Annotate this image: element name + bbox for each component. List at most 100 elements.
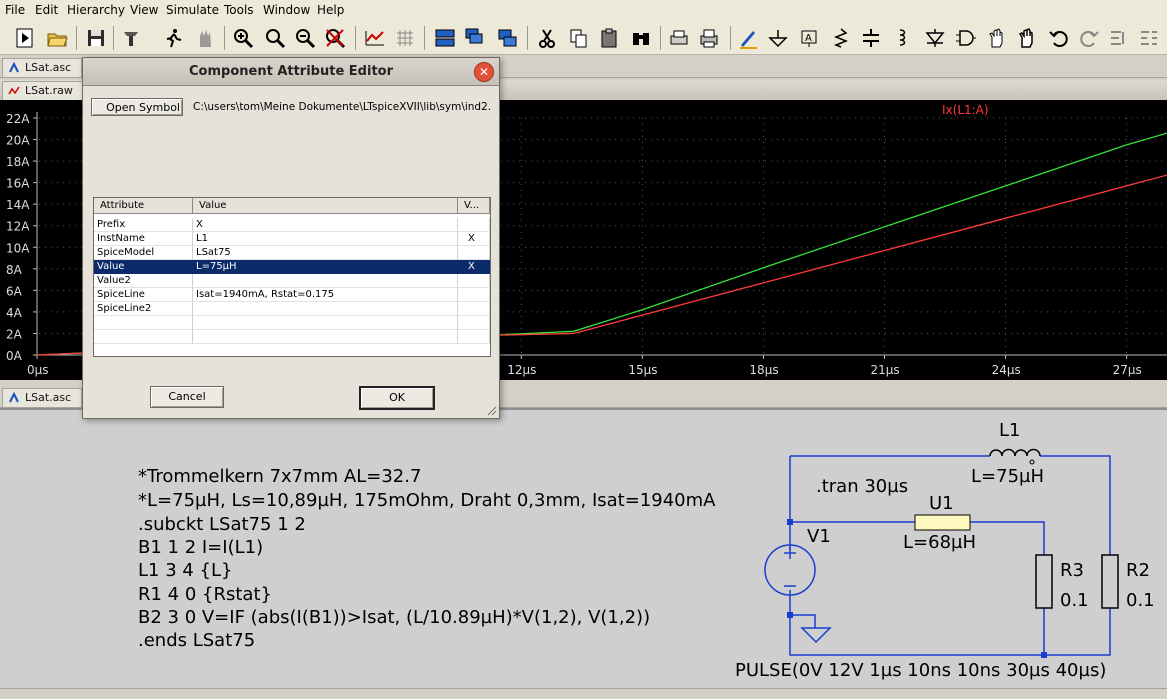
open-folder-icon[interactable] [44, 25, 70, 51]
zoom-in-icon[interactable] [230, 25, 256, 51]
schematic-canvas[interactable]: *Trommelkern 7x7mm AL=32.7 *L=75µH, Ls=1… [0, 408, 1167, 690]
value-cell[interactable] [193, 330, 458, 344]
table-row[interactable]: SpiceLine Isat=1940mA, Rstat=0.175 [94, 288, 490, 302]
new-schematic-icon[interactable] [12, 25, 38, 51]
table-row[interactable]: InstName L1 X [94, 232, 490, 246]
table-row-empty[interactable] [94, 316, 490, 330]
resistor-r2[interactable] [1101, 554, 1119, 609]
print-icon[interactable] [696, 25, 722, 51]
v1-name[interactable]: V1 [807, 526, 831, 547]
visible-cell[interactable]: X [458, 232, 490, 246]
paste-icon[interactable] [596, 25, 622, 51]
r3-value[interactable]: 0.1 [1060, 590, 1089, 611]
tab-schematic-bottom[interactable]: LSat.asc [2, 388, 83, 407]
tab-schematic[interactable]: LSat.asc [2, 58, 83, 77]
value-cell[interactable]: LSat75 [193, 246, 458, 260]
visible-cell[interactable] [458, 288, 490, 302]
autorange-icon[interactable] [362, 25, 388, 51]
visible-cell[interactable] [458, 302, 490, 316]
table-row[interactable]: SpiceLine2 [94, 302, 490, 316]
menu-help[interactable]: Help [317, 3, 344, 17]
zoom-out-icon[interactable] [292, 25, 318, 51]
value-cell[interactable]: X [193, 218, 458, 232]
column-header-value[interactable]: Value [193, 198, 458, 214]
u1-value[interactable]: L=68µH [903, 532, 976, 553]
menu-file[interactable]: File [5, 3, 25, 17]
visible-cell[interactable] [458, 330, 490, 344]
visible-cell[interactable] [458, 316, 490, 330]
grid-icon[interactable] [392, 25, 418, 51]
value-cell[interactable] [193, 274, 458, 288]
resistor-r3[interactable] [1035, 554, 1053, 609]
open-symbol-button[interactable]: Open Symbol [91, 98, 183, 116]
print-setup-icon[interactable] [666, 25, 692, 51]
save-icon[interactable] [83, 25, 109, 51]
tran-directive[interactable]: .tran 30µs [816, 476, 908, 497]
ground-symbol[interactable] [800, 627, 832, 644]
table-row[interactable]: Value2 [94, 274, 490, 288]
visible-cell[interactable] [458, 218, 490, 232]
x-tick-label: 18µs [749, 363, 778, 377]
cut-icon[interactable] [534, 25, 560, 51]
inductor-icon[interactable] [890, 25, 916, 51]
inductor-l1[interactable] [989, 448, 1041, 457]
undo-icon[interactable] [1046, 25, 1072, 51]
pan-icon[interactable] [262, 25, 288, 51]
u1-name[interactable]: U1 [929, 493, 954, 514]
value-cell[interactable] [193, 302, 458, 316]
draw-wire-icon[interactable] [735, 25, 761, 51]
close-icon[interactable]: ✕ [474, 62, 494, 82]
pulse-source-value[interactable]: PULSE(0V 12V 1µs 10ns 10ns 30µs 40µs) [735, 660, 1106, 681]
table-row-empty[interactable] [94, 330, 490, 344]
redo-icon[interactable] [1076, 25, 1102, 51]
table-row-selected[interactable]: Value L=75µH X [94, 260, 490, 274]
attribute-table[interactable]: Attribute Value V... Prefix X InstName L… [93, 197, 491, 357]
control-panel-icon[interactable] [118, 25, 144, 51]
tile-vertical-icon[interactable] [494, 25, 520, 51]
run-icon[interactable] [160, 25, 186, 51]
label-net-icon[interactable]: A [796, 25, 822, 51]
tab-plot[interactable]: LSat.raw [2, 81, 84, 100]
resistor-icon[interactable] [828, 25, 854, 51]
diode-icon[interactable] [922, 25, 948, 51]
drag-icon[interactable] [1014, 25, 1040, 51]
mirror-icon[interactable] [1136, 25, 1162, 51]
r2-name[interactable]: R2 [1126, 560, 1150, 581]
r3-name[interactable]: R3 [1060, 560, 1084, 581]
copy-icon[interactable] [566, 25, 592, 51]
menu-tools[interactable]: Tools [224, 3, 254, 17]
table-row[interactable]: Prefix X [94, 218, 490, 232]
move-icon[interactable] [984, 25, 1010, 51]
value-cell[interactable]: L=75µH [193, 260, 458, 274]
menu-window[interactable]: Window [263, 3, 310, 17]
find-icon[interactable] [628, 25, 654, 51]
value-cell[interactable]: L1 [193, 232, 458, 246]
zoom-fit-icon[interactable] [322, 25, 348, 51]
menu-view[interactable]: View [130, 3, 158, 17]
visible-cell[interactable] [458, 246, 490, 260]
component-icon[interactable] [952, 25, 978, 51]
halt-icon[interactable] [192, 25, 218, 51]
ground-icon[interactable] [765, 25, 791, 51]
cancel-button[interactable]: Cancel [150, 386, 224, 408]
capacitor-icon[interactable] [858, 25, 884, 51]
column-header-attribute[interactable]: Attribute [94, 198, 193, 214]
value-cell[interactable]: Isat=1940mA, Rstat=0.175 [193, 288, 458, 302]
menu-edit[interactable]: Edit [35, 3, 58, 17]
l1-value[interactable]: L=75µH [971, 466, 1044, 487]
component-u1[interactable] [914, 514, 971, 531]
l1-name[interactable]: L1 [999, 420, 1020, 441]
r2-value[interactable]: 0.1 [1126, 590, 1155, 611]
table-row[interactable]: SpiceModel LSat75 [94, 246, 490, 260]
column-header-visible[interactable]: V... [458, 198, 490, 214]
resize-grip-icon[interactable] [487, 406, 497, 416]
menu-hierarchy[interactable]: Hierarchy [67, 3, 125, 17]
cascade-icon[interactable] [462, 25, 488, 51]
menu-simulate[interactable]: Simulate [166, 3, 219, 17]
visible-cell[interactable]: X [458, 260, 490, 274]
ok-button[interactable]: OK [359, 386, 435, 410]
visible-cell[interactable] [458, 274, 490, 288]
tile-horizontal-icon[interactable] [432, 25, 458, 51]
value-cell[interactable] [193, 316, 458, 330]
rotate-icon[interactable] [1106, 25, 1132, 51]
